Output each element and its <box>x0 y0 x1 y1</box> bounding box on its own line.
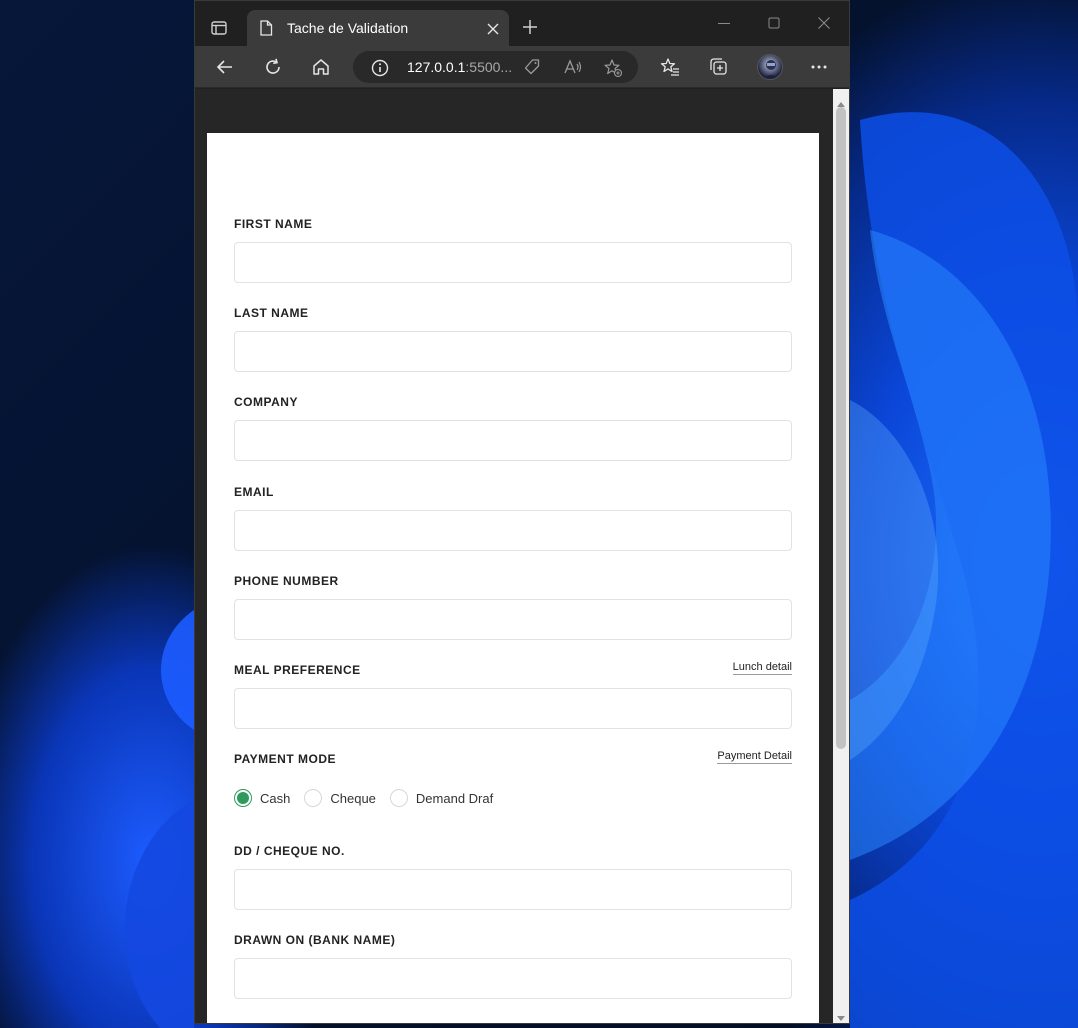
last-name-input[interactable] <box>234 331 792 372</box>
url-host: 127.0.0.1 <box>407 59 466 75</box>
lunch-detail-link[interactable]: Lunch detail <box>732 661 792 675</box>
radio-demand-draft[interactable] <box>389 789 408 807</box>
last-name-label: LAST NAME <box>234 306 309 320</box>
home-icon[interactable] <box>310 56 332 78</box>
payment-option-label: Cash <box>260 790 291 806</box>
close-icon[interactable] <box>485 21 501 37</box>
meal-preference-input[interactable] <box>234 688 792 729</box>
bank-name-group: DRAWN ON (BANK NAME) <box>234 932 792 999</box>
favorites-icon[interactable] <box>659 56 681 78</box>
payment-option-demand-draft[interactable]: Demand Draf <box>389 789 494 807</box>
last-name-group: LAST NAME <box>234 305 792 372</box>
dd-cheque-input[interactable] <box>234 869 792 910</box>
vertical-scrollbar[interactable] <box>833 89 849 1023</box>
minimize-icon[interactable] <box>716 15 732 31</box>
browser-toolbar: 127.0.0.1:5500... <box>195 46 849 88</box>
email-group: EMAIL <box>234 484 792 551</box>
bank-name-input[interactable] <box>234 958 792 999</box>
payment-option-label: Demand Draf <box>415 790 494 806</box>
dd-cheque-label: DD / CHEQUE NO. <box>234 844 345 858</box>
meal-preference-label: MEAL PREFERENCE <box>234 663 361 677</box>
info-icon[interactable] <box>371 59 389 82</box>
collections-icon[interactable] <box>707 56 729 78</box>
dd-cheque-group: DD / CHEQUE NO. <box>234 843 792 910</box>
read-aloud-icon[interactable] <box>563 58 583 81</box>
title-bar: Tache de Validation <box>195 1 849 46</box>
back-icon[interactable] <box>214 56 236 78</box>
radio-selected-dot <box>237 792 249 804</box>
url-text[interactable]: 127.0.0.1:5500... <box>407 59 512 75</box>
payment-option-cash[interactable]: Cash <box>234 789 290 807</box>
email-input[interactable] <box>234 510 792 551</box>
email-label: EMAIL <box>234 485 274 499</box>
profile-avatar[interactable] <box>757 54 783 80</box>
bank-name-label: DRAWN ON (BANK NAME) <box>234 933 396 947</box>
url-rest: :5500... <box>465 59 513 75</box>
radio-cash[interactable] <box>234 789 252 807</box>
registration-form: FIRST NAME LAST NAME COMPANY EMAIL PHONE… <box>207 133 819 1023</box>
first-name-label: FIRST NAME <box>234 217 313 231</box>
company-label: COMPANY <box>234 395 298 409</box>
payment-detail-link[interactable]: Payment Detail <box>717 750 792 764</box>
payment-mode-options: Cash Cheque Demand Draf <box>234 789 507 807</box>
company-input[interactable] <box>234 420 792 461</box>
payment-option-cheque[interactable]: Cheque <box>304 789 376 807</box>
address-bar[interactable]: 127.0.0.1:5500... <box>353 51 638 83</box>
payment-mode-label: PAYMENT MODE <box>234 752 337 766</box>
phone-group: PHONE NUMBER <box>234 573 792 640</box>
refresh-icon[interactable] <box>262 56 284 78</box>
company-group: COMPANY <box>234 394 792 461</box>
window-close-icon[interactable] <box>816 15 832 31</box>
meal-preference-group: MEAL PREFERENCE Lunch detail <box>234 661 792 729</box>
tag-icon[interactable] <box>523 58 541 81</box>
scrollbar-thumb[interactable] <box>836 107 846 749</box>
payment-mode-group: PAYMENT MODE Payment Detail <box>234 750 792 767</box>
first-name-group: FIRST NAME <box>234 216 792 283</box>
more-icon[interactable] <box>808 56 830 78</box>
page-viewport: FIRST NAME LAST NAME COMPANY EMAIL PHONE… <box>195 89 833 1023</box>
page-icon <box>259 20 273 41</box>
first-name-input[interactable] <box>234 242 792 283</box>
new-tab-icon[interactable] <box>521 18 539 36</box>
payment-option-label: Cheque <box>330 790 376 806</box>
tab-actions-icon[interactable] <box>205 14 233 42</box>
add-favorite-icon[interactable] <box>603 58 623 83</box>
active-tab[interactable]: Tache de Validation <box>247 10 509 46</box>
scroll-down-arrow-icon[interactable] <box>837 1009 845 1023</box>
radio-cheque[interactable] <box>304 789 323 807</box>
browser-window: Tache de Validation 127.0.0.1:5500... FI… <box>194 0 850 1024</box>
maximize-icon[interactable] <box>766 15 782 31</box>
phone-label: PHONE NUMBER <box>234 574 339 588</box>
phone-input[interactable] <box>234 599 792 640</box>
tab-title: Tache de Validation <box>287 20 409 36</box>
